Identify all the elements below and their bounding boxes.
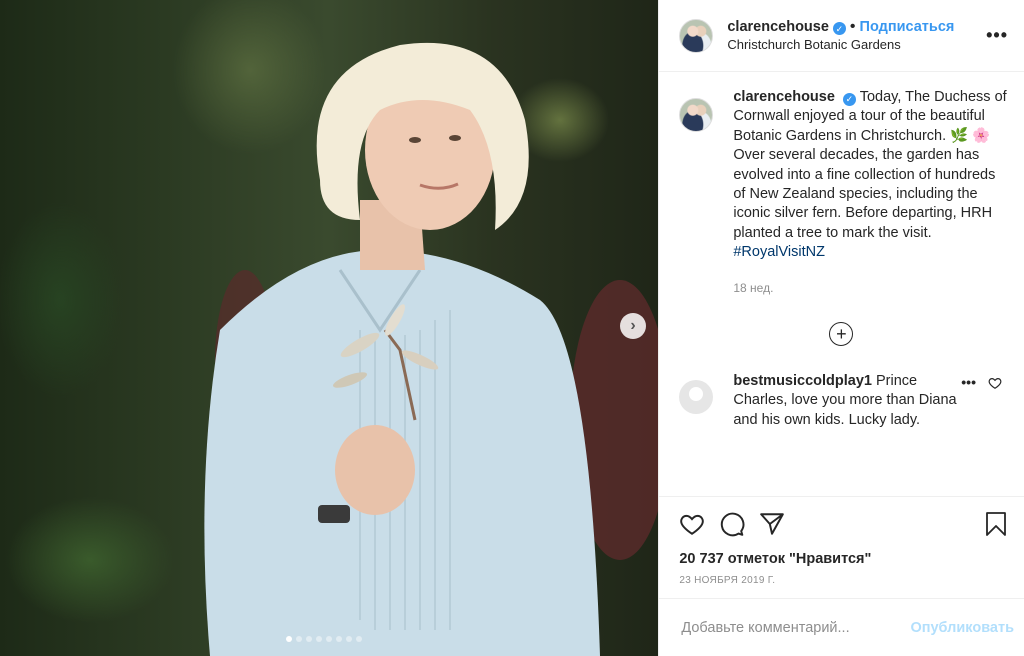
caption-time: 18 нед. <box>733 280 774 295</box>
likes-count[interactable]: 20 737 отметок "Нравится" <box>679 551 1008 567</box>
cherry-blossom-emoji-icon: 🌸 <box>972 127 991 144</box>
caption-body-part2: Over several decades, the garden has evo… <box>733 147 996 241</box>
carousel-dot <box>336 636 342 642</box>
comment-like-heart-icon[interactable] <box>988 376 1002 390</box>
comment-text: bestmusiccoldplay1 Prince Charles, love … <box>733 372 969 430</box>
post-header: clarencehouse ✓ • Подписаться Christchurch … <box>659 0 1024 72</box>
carousel-dot <box>326 636 332 642</box>
list-item: bestmusiccoldplay1 Prince Charles, love … <box>679 372 1008 430</box>
carousel-dot <box>296 636 302 642</box>
comments-section: clarencehouse ✓ Today, The Duchess of Cor… <box>659 72 1024 496</box>
herb-emoji-icon: 🌿 <box>950 127 969 144</box>
carousel-next-button[interactable]: › <box>620 313 646 339</box>
post-side-panel: clarencehouse ✓ • Подписаться Christchurch … <box>658 0 1024 656</box>
commenter-avatar[interactable] <box>679 380 714 415</box>
caption-username[interactable]: clarencehouse <box>733 89 835 105</box>
carousel-dot <box>346 636 352 642</box>
like-heart-icon[interactable] <box>679 511 705 537</box>
bookmark-icon[interactable] <box>984 511 1008 537</box>
post-date: 23 ноября 2019 г. <box>679 575 776 586</box>
carousel-dot <box>286 636 292 642</box>
carousel-dot <box>306 636 312 642</box>
carousel-dot <box>356 636 362 642</box>
hashtag-link[interactable]: #RoyalVisitNZ <box>733 244 825 260</box>
publish-button[interactable]: Опубликовать <box>910 620 1014 636</box>
action-icons <box>679 509 1008 539</box>
carousel-dot <box>316 636 322 642</box>
caption-avatar[interactable] <box>679 98 714 132</box>
comment-input[interactable] <box>679 618 911 637</box>
photo-subject-illustration <box>204 42 659 656</box>
comment-bubble-icon[interactable] <box>719 511 745 537</box>
carousel-indicator <box>286 636 362 642</box>
share-paper-plane-icon[interactable] <box>759 511 785 537</box>
instagram-post-view: › clarencehouse ✓ • Подписаться Christchurc… <box>0 0 1024 656</box>
header-separator: • <box>849 17 856 35</box>
verified-badge-icon: ✓ <box>842 93 856 107</box>
follow-button[interactable]: Подписаться <box>860 19 955 35</box>
more-options-icon[interactable]: ••• <box>986 25 1008 46</box>
header-username[interactable]: clarencehouse <box>727 19 829 35</box>
verified-badge-icon: ✓ <box>832 22 846 35</box>
avatar[interactable] <box>679 18 714 53</box>
chevron-right-icon: › <box>630 317 636 334</box>
post-photo[interactable]: › <box>0 0 659 656</box>
header-info: clarencehouse ✓ • Подписаться Christchurch … <box>727 18 986 54</box>
post-actions: 20 737 отметок "Нравится" 23 ноября 2019… <box>659 496 1024 586</box>
plus-icon: + <box>836 324 847 345</box>
caption: clarencehouse ✓ Today, The Duchess of Cor… <box>679 88 1008 298</box>
comment-username[interactable]: bestmusiccoldplay1 <box>733 373 872 389</box>
load-more-comments-button[interactable]: + <box>829 322 854 347</box>
comment-options-icon[interactable]: ••• <box>957 374 976 391</box>
caption-text: clarencehouse ✓ Today, The Duchess of Cor… <box>733 88 1008 298</box>
add-comment-bar: Опубликовать <box>659 598 1024 656</box>
location-link[interactable]: Christchurch Botanic Gardens <box>727 36 986 54</box>
